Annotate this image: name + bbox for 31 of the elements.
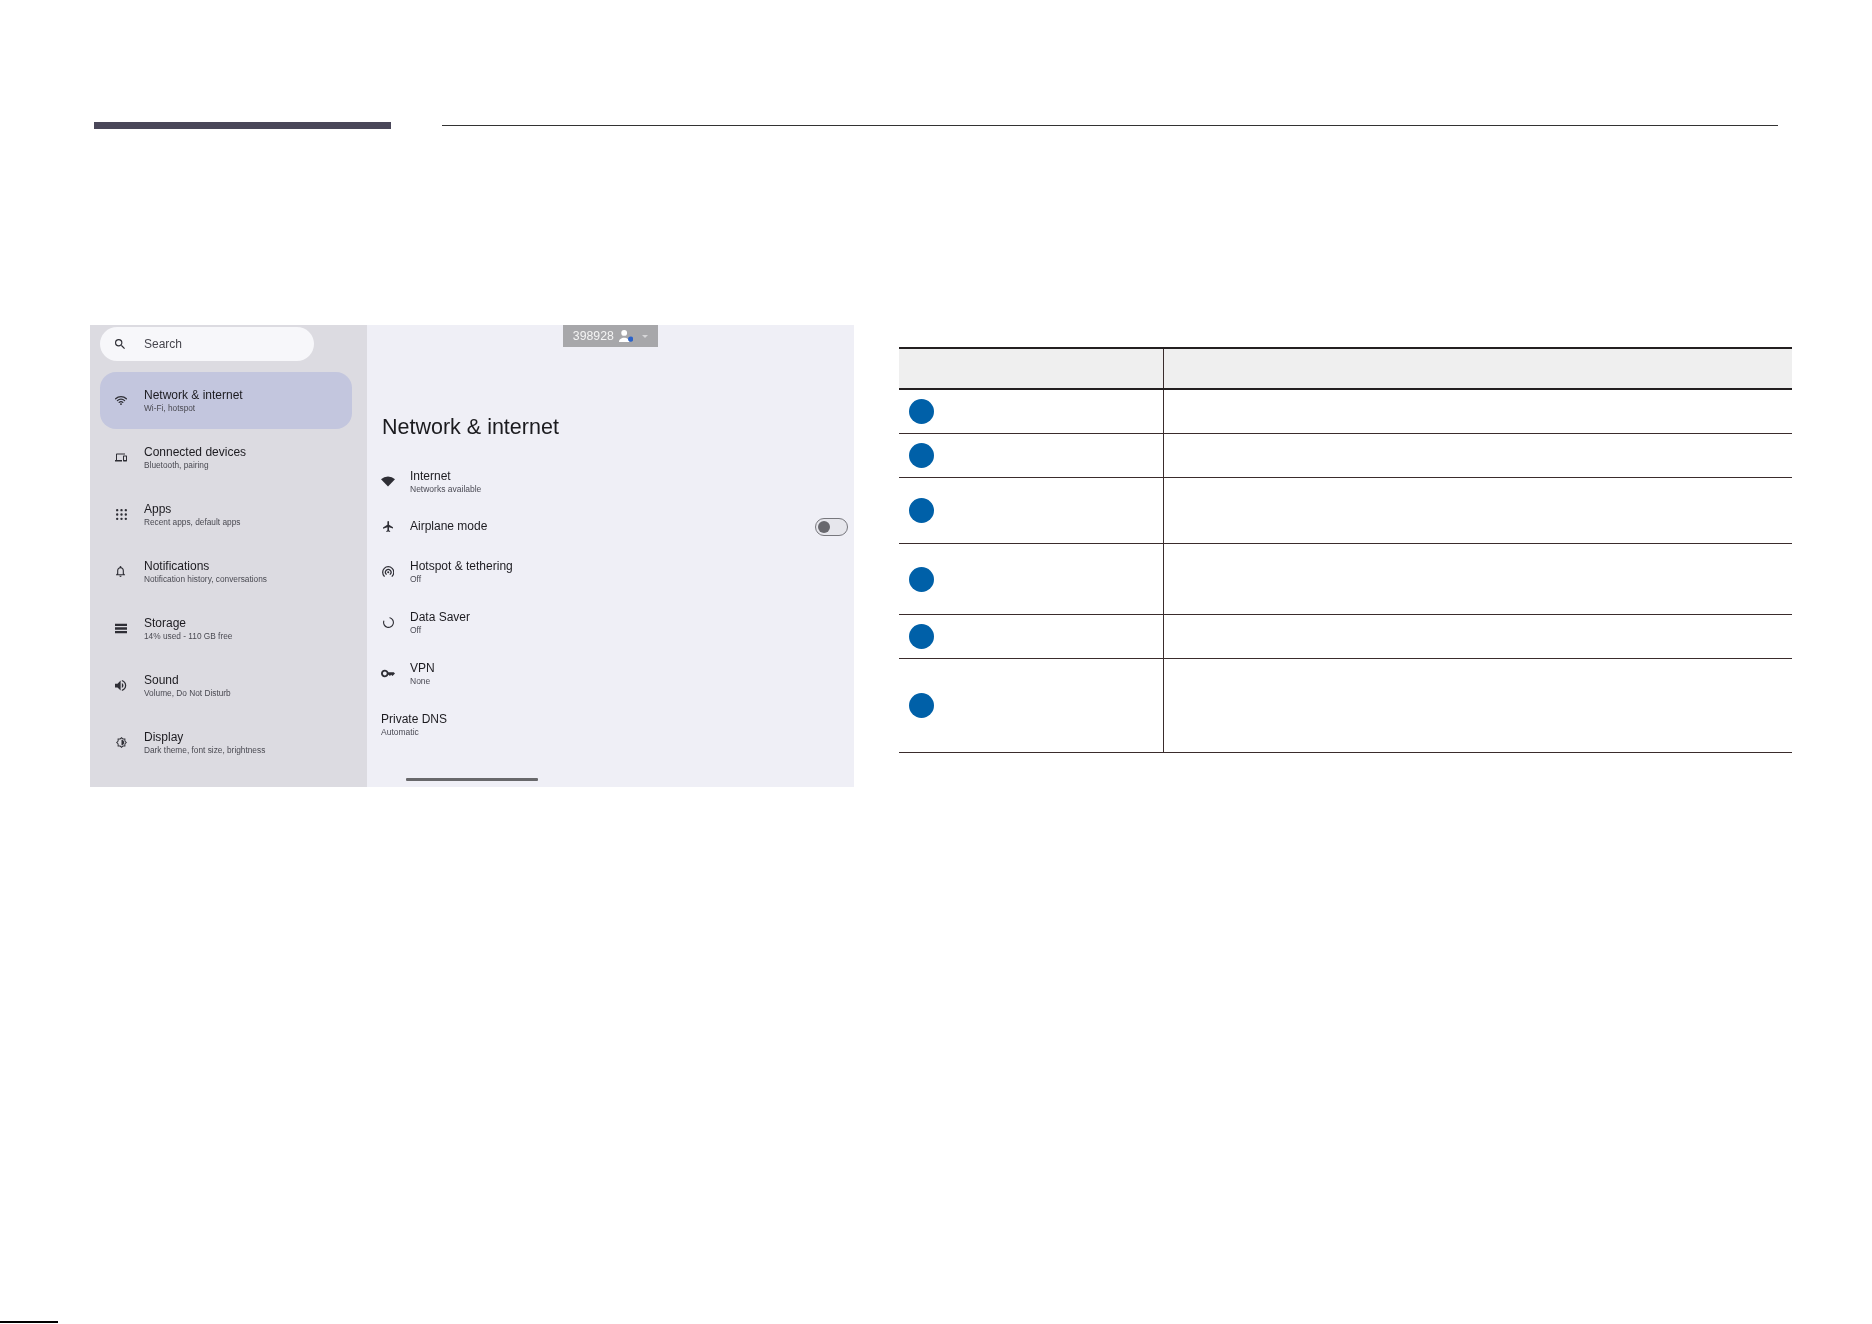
sidebar-item[interactable]: Storage 14% used - 110 GB free	[100, 600, 352, 657]
ring-icon	[382, 617, 394, 628]
user-badge-icon	[618, 330, 634, 342]
grid-icon	[115, 509, 127, 520]
sidebar-item[interactable]: Apps Recent apps, default apps	[100, 486, 352, 543]
search-field[interactable]: Search	[100, 327, 314, 361]
airplane-icon	[382, 521, 394, 532]
settings-item[interactable]: Hotspot & tethering Off	[367, 546, 854, 597]
devices-icon	[115, 452, 127, 463]
settings-item[interactable]: VPN None	[367, 648, 854, 699]
settings-item[interactable]: Data Saver Off	[367, 597, 854, 648]
settings-item[interactable]: Airplane mode	[367, 507, 854, 546]
bell-icon	[116, 566, 126, 577]
toggle-switch[interactable]	[815, 517, 848, 536]
sidebar-item[interactable]: Notifications Notification history, conversations	[100, 543, 352, 600]
settings-item[interactable]: Private DNS Automatic	[367, 699, 854, 750]
wifi-icon	[381, 476, 395, 487]
brightness-icon	[115, 737, 127, 748]
sidebar-item[interactable]: Sound Volume, Do Not Disturb	[100, 657, 352, 714]
stacked-bars-icon	[115, 623, 127, 634]
wifi-icon	[115, 395, 127, 406]
key-icon	[381, 668, 395, 679]
sidebar-item[interactable]: Display Dark theme, font size, brightness	[100, 714, 352, 771]
hotspot-icon	[381, 566, 395, 577]
caret-icon	[642, 334, 649, 338]
sidebar-item[interactable]: Connected devices Bluetooth, pairing	[100, 429, 352, 486]
search-icon	[115, 339, 125, 349]
settings-item[interactable]: Internet Networks available	[367, 456, 854, 507]
sidebar-item[interactable]: Network & internet Wi-Fi, hotspot	[100, 372, 352, 429]
page-title: Network & internet	[381, 414, 559, 440]
volume-icon	[115, 680, 127, 691]
